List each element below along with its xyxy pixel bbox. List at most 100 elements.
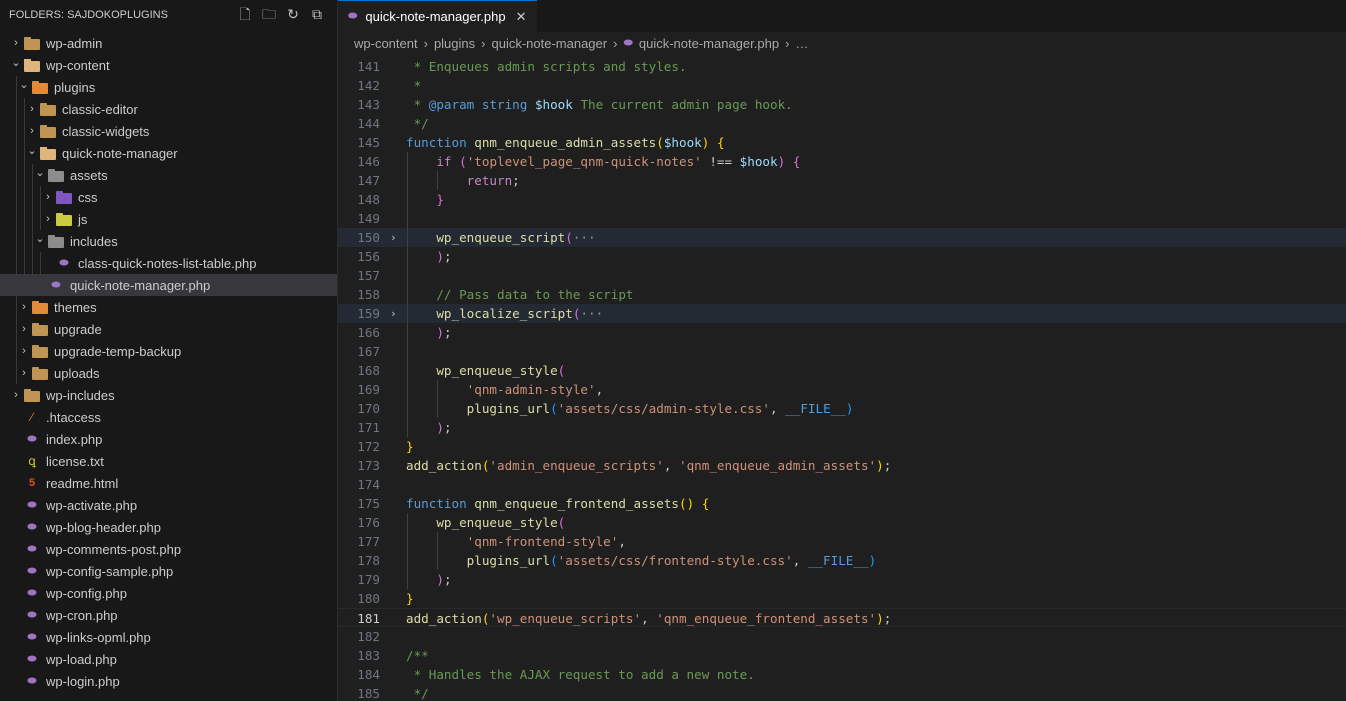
tree-item[interactable]: ⌄ includes (0, 230, 337, 252)
tree-item[interactable]: ⬬ wp-cron.php (0, 604, 337, 626)
code-line[interactable]: 141 * Enqueues admin scripts and styles. (338, 57, 1346, 76)
tree-item[interactable]: ⬬ class-quick-notes-list-table.php (0, 252, 337, 274)
chevron-right-icon[interactable]: › (16, 323, 32, 335)
breadcrumb-item[interactable]: … (795, 36, 808, 51)
code-line[interactable]: 183 /** (338, 646, 1346, 665)
chevron-right-icon[interactable]: › (16, 345, 32, 357)
new-file-icon[interactable]: 🗋 (237, 6, 253, 22)
code-line[interactable]: 171 ); (338, 418, 1346, 437)
code-line[interactable]: 184 * Handles the AJAX request to add a … (338, 665, 1346, 684)
code-line[interactable]: 182 (338, 627, 1346, 646)
tree-item[interactable]: › uploads (0, 362, 337, 384)
refresh-icon[interactable]: ↻ (285, 6, 301, 22)
tree-item[interactable]: ⬬ wp-activate.php (0, 494, 337, 516)
tree-item[interactable]: ⬬ wp-load.php (0, 648, 337, 670)
code-line[interactable]: 185 */ (338, 684, 1346, 701)
line-number: 176 (357, 515, 380, 530)
code-line[interactable]: 158 // Pass data to the script (338, 285, 1346, 304)
code-editor[interactable]: 141 * Enqueues admin scripts and styles.… (338, 57, 1346, 701)
tree-item[interactable]: › classic-widgets (0, 120, 337, 142)
tree-item[interactable]: 5 readme.html (0, 472, 337, 494)
breadcrumb-item[interactable]: quick-note-manager (491, 36, 607, 51)
code-line[interactable]: 147 return; (338, 171, 1346, 190)
code-line[interactable]: 174 (338, 475, 1346, 494)
tree-item[interactable]: ⬬ quick-note-manager.php (0, 274, 337, 296)
tree-item[interactable]: ⌄ quick-note-manager (0, 142, 337, 164)
code-line[interactable]: 142 * (338, 76, 1346, 95)
code-line[interactable]: 166 ); (338, 323, 1346, 342)
code-line[interactable]: 169 'qnm-admin-style', (338, 380, 1346, 399)
chevron-right-icon[interactable]: › (24, 125, 40, 137)
tree-item[interactable]: ⬬ wp-blog-header.php (0, 516, 337, 538)
tree-item[interactable]: ⁄ .htaccess (0, 406, 337, 428)
breadcrumb-item[interactable]: quick-note-manager.php (639, 36, 779, 51)
code-line[interactable]: 157 (338, 266, 1346, 285)
chevron-right-icon[interactable]: › (16, 367, 32, 379)
collapse-icon[interactable]: ⧉ (309, 6, 325, 22)
tree-item[interactable]: › upgrade-temp-backup (0, 340, 337, 362)
chevron-right-icon[interactable]: › (40, 213, 56, 225)
breadcrumb-item[interactable]: plugins (434, 36, 475, 51)
chevron-down-icon[interactable]: ⌄ (8, 56, 24, 69)
close-icon[interactable]: ✕ (516, 9, 527, 25)
tree-item[interactable]: › wp-admin (0, 32, 337, 54)
code-line[interactable]: 149 (338, 209, 1346, 228)
tree-item[interactable]: › css (0, 186, 337, 208)
php-file-icon: ⬬ (623, 36, 633, 49)
tree-item[interactable]: ⬬ wp-config.php (0, 582, 337, 604)
code-line[interactable]: 144 */ (338, 114, 1346, 133)
code-line[interactable]: 145 function qnm_enqueue_admin_assets($ho… (338, 133, 1346, 152)
code-line[interactable]: 173 add_action('admin_enqueue_scripts', '… (338, 456, 1346, 475)
code-line[interactable]: 176 wp_enqueue_style( (338, 513, 1346, 532)
code-line[interactable]: 180} (338, 589, 1346, 608)
chevron-down-icon[interactable]: ⌄ (32, 166, 48, 179)
indent-guide (24, 208, 25, 230)
code-line[interactable]: 159 › wp_localize_script(··· (338, 304, 1346, 323)
new-folder-icon[interactable]: 🗀 (261, 6, 277, 22)
code-line[interactable]: 143 * @param string $hook The current ad… (338, 95, 1346, 114)
tree-item[interactable]: ⌄ plugins (0, 76, 337, 98)
chevron-right-icon[interactable]: › (8, 37, 24, 49)
tree-item[interactable]: › themes (0, 296, 337, 318)
chevron-down-icon[interactable]: ⌄ (16, 78, 32, 91)
breadcrumb-item[interactable]: wp-content (354, 36, 418, 51)
line-number: 183 (357, 648, 380, 663)
tree-item[interactable]: ꝗ license.txt (0, 450, 337, 472)
fold-chevron-icon[interactable]: › (390, 304, 397, 323)
tree-item[interactable]: ⌄ wp-content (0, 54, 337, 76)
tree-item[interactable]: ⬬ wp-config-sample.php (0, 560, 337, 582)
code-line[interactable]: 181 add_action('wp_enqueue_scripts', 'qnm… (338, 608, 1346, 627)
tree-item[interactable]: ⬬ wp-links-opml.php (0, 626, 337, 648)
chevron-right-icon[interactable]: › (40, 191, 56, 203)
tree-item[interactable]: › classic-editor (0, 98, 337, 120)
code-line[interactable]: 170 plugins_url('assets/css/admin-style.… (338, 399, 1346, 418)
code-line[interactable]: 150 › wp_enqueue_script(··· (338, 228, 1346, 247)
chevron-down-icon[interactable]: ⌄ (32, 232, 48, 245)
folder-plugins-icon (32, 300, 48, 314)
code-line[interactable]: 146 if ('toplevel_page_qnm-quick-notes' … (338, 152, 1346, 171)
code-line[interactable]: 156 ); (338, 247, 1346, 266)
indent-guide (40, 186, 41, 208)
tree-item[interactable]: › wp-includes (0, 384, 337, 406)
chevron-right-icon[interactable]: › (8, 389, 24, 401)
chevron-down-icon[interactable]: ⌄ (24, 144, 40, 157)
fold-chevron-icon[interactable]: › (390, 228, 397, 247)
code-line[interactable]: 177 'qnm-frontend-style', (338, 532, 1346, 551)
tree-item[interactable]: ⌄ assets (0, 164, 337, 186)
code-line[interactable]: 148 } (338, 190, 1346, 209)
code-line[interactable]: 172} (338, 437, 1346, 456)
tree-item[interactable]: ⬬ wp-login.php (0, 670, 337, 692)
code-line[interactable]: 179 ); (338, 570, 1346, 589)
code-line[interactable]: 167 (338, 342, 1346, 361)
code-line[interactable]: 178 plugins_url('assets/css/frontend-sty… (338, 551, 1346, 570)
tree-item[interactable]: › upgrade (0, 318, 337, 340)
code-line[interactable]: 175 function qnm_enqueue_frontend_assets(… (338, 494, 1346, 513)
tree-item[interactable]: ⬬ index.php (0, 428, 337, 450)
code-line[interactable]: 168 wp_enqueue_style( (338, 361, 1346, 380)
tree-item[interactable]: › js (0, 208, 337, 230)
chevron-right-icon[interactable]: › (16, 301, 32, 313)
tree-item[interactable]: ⬬ wp-comments-post.php (0, 538, 337, 560)
tab-quick-note-manager[interactable]: ⬬ quick-note-manager.php ✕ (338, 0, 537, 32)
chevron-right-icon[interactable]: › (24, 103, 40, 115)
